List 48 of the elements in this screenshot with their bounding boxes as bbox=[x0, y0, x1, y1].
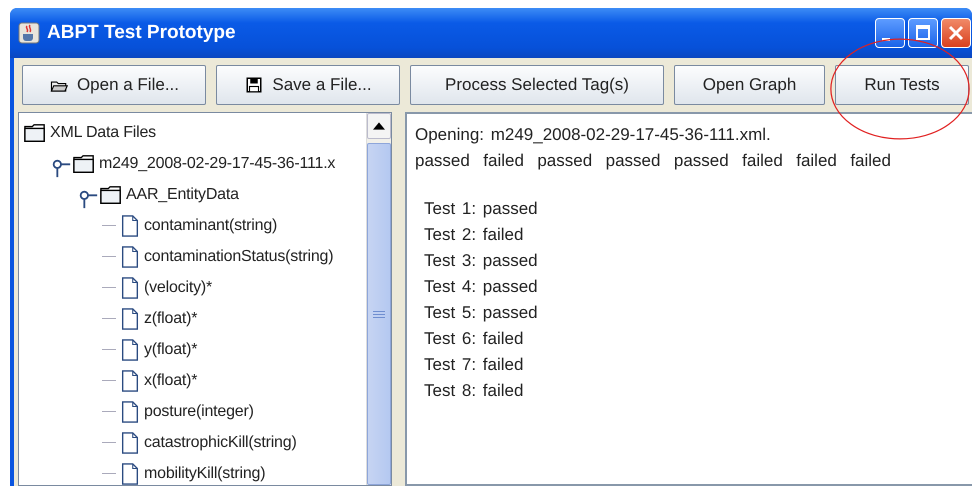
toolbar-button[interactable]: Open Graph bbox=[674, 65, 825, 105]
tree-item[interactable]: contaminant(string) bbox=[144, 216, 278, 234]
test-result: Test 7: failed bbox=[423, 354, 524, 376]
tree-item[interactable]: contaminationStatus(string) bbox=[144, 248, 334, 266]
test-result: Test 1: passed bbox=[423, 198, 539, 220]
file-icon bbox=[119, 306, 141, 330]
file-icon bbox=[119, 430, 141, 454]
window-title: ABPT Test Prototype bbox=[47, 22, 237, 44]
tree-item[interactable]: (velocity)* bbox=[144, 278, 212, 296]
output-line: Opening: m249_2008-02-29-17-45-36-111.xml. bbox=[415, 124, 772, 146]
file-icon bbox=[119, 400, 141, 424]
test-result: Test 5: passed bbox=[423, 302, 539, 324]
test-result: Test 8: failed bbox=[423, 380, 524, 402]
toolbar-button[interactable]: Run Tests bbox=[835, 65, 969, 105]
scroll-up-button[interactable] bbox=[367, 113, 391, 139]
folder-icon bbox=[99, 184, 123, 206]
test-result: Test 2: failed bbox=[423, 224, 524, 246]
tree-item[interactable]: AAR_EntityData bbox=[126, 186, 239, 204]
up-arrow-icon bbox=[373, 122, 385, 130]
close-button[interactable] bbox=[941, 18, 971, 48]
toolbar-button[interactable]: Process Selected Tag(s) bbox=[410, 65, 664, 105]
tree-item[interactable]: XML Data Files bbox=[50, 124, 156, 142]
folder-icon bbox=[23, 122, 47, 144]
minimize-button[interactable] bbox=[875, 18, 905, 48]
toolbar-button[interactable]: Save a File... bbox=[216, 65, 400, 105]
tree-item[interactable]: x(float)* bbox=[144, 372, 198, 390]
test-result: Test 6: failed bbox=[423, 328, 524, 350]
file-icon bbox=[119, 368, 141, 392]
minimize-icon bbox=[882, 38, 890, 41]
tree-item[interactable]: posture(integer) bbox=[144, 402, 254, 420]
tree-item[interactable]: mobilityKill(string) bbox=[144, 464, 266, 482]
file-icon bbox=[119, 214, 141, 238]
tree-item[interactable]: m249_2008-02-29-17-45-36-111.x bbox=[99, 154, 336, 172]
toolbar-button[interactable]: Open a File... bbox=[22, 65, 206, 105]
file-icon bbox=[119, 338, 141, 362]
close-icon bbox=[946, 23, 966, 43]
test-result: Test 3: passed bbox=[423, 250, 539, 272]
maximize-icon bbox=[913, 23, 933, 43]
file-icon bbox=[119, 276, 141, 300]
cup-icon bbox=[18, 22, 40, 44]
test-result: Test 4: passed bbox=[423, 276, 539, 298]
tree-item[interactable]: z(float)* bbox=[144, 310, 198, 328]
folder-icon bbox=[72, 152, 96, 174]
tree-item[interactable]: catastrophicKill(string) bbox=[144, 434, 297, 452]
tree-item[interactable]: y(float)* bbox=[144, 340, 198, 358]
maximize-button[interactable] bbox=[908, 18, 938, 48]
file-icon bbox=[119, 244, 141, 268]
output-line: passed failed passed passed passed failed failed failed bbox=[415, 150, 892, 172]
